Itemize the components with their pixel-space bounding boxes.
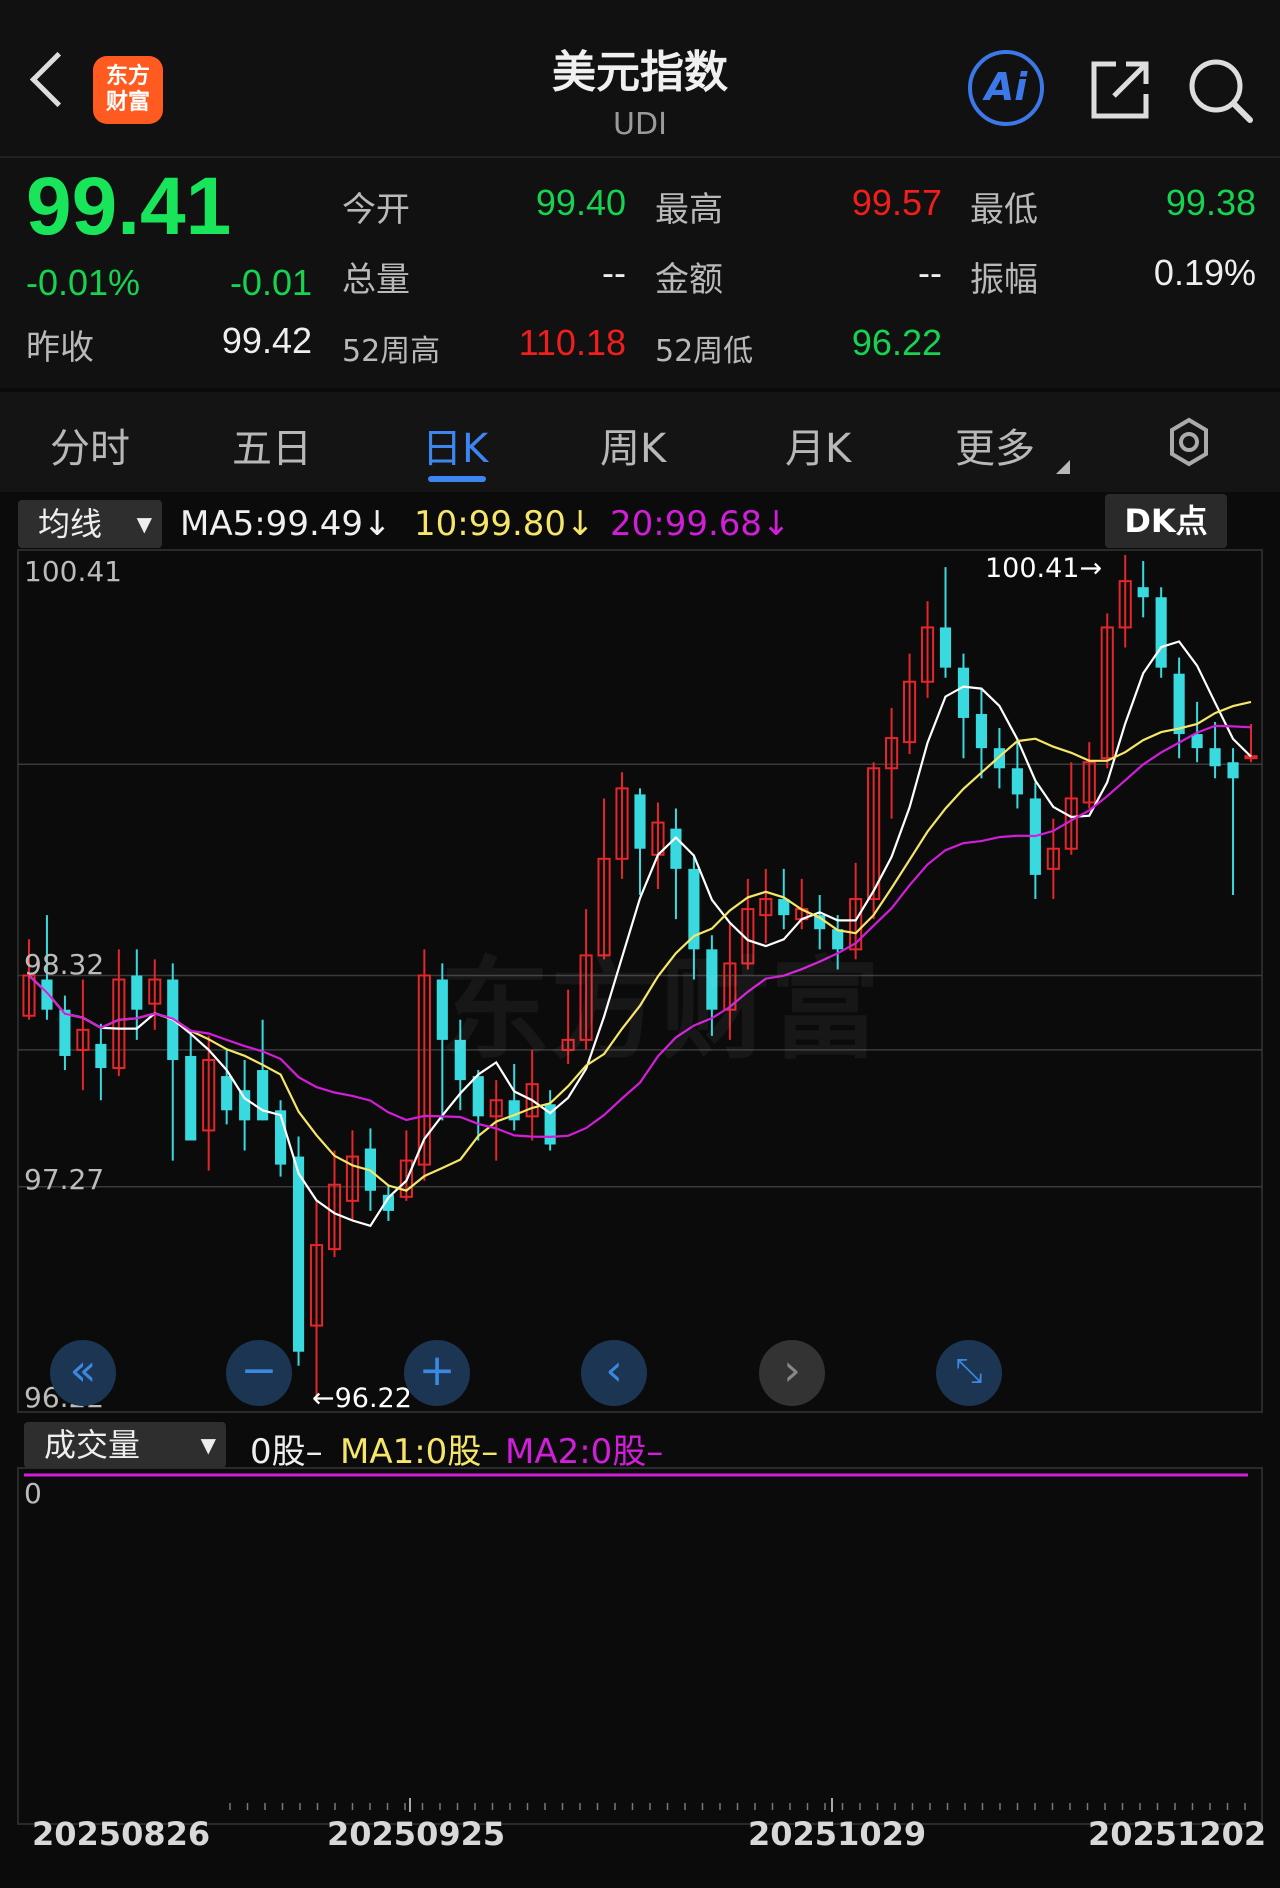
- candle-down: [41, 979, 53, 1010]
- high-value: 99.57: [851, 182, 942, 223]
- expand-icon[interactable]: ⤡: [936, 1340, 1002, 1406]
- open-label: 今开: [342, 190, 410, 230]
- candle-down: [1191, 734, 1203, 749]
- volume-dropdown-caret-icon: ▼: [200, 1433, 216, 1457]
- date-label-4: 20251202: [1088, 1815, 1267, 1853]
- tab-weekly-k[interactable]: 周K: [600, 416, 666, 474]
- logo-text-2: 财富: [105, 90, 150, 115]
- volume-y-label: 0: [24, 1477, 42, 1510]
- low-label: 最低: [970, 190, 1038, 230]
- min-price-marker: ←96.22: [312, 1383, 412, 1414]
- ma20-legend: 20:99.68↓: [610, 504, 791, 544]
- volume-value: --: [602, 252, 626, 293]
- candle-down: [1227, 762, 1239, 779]
- candle-down: [975, 713, 988, 749]
- high52-label: 52周高: [342, 334, 441, 369]
- candle-down: [957, 667, 970, 718]
- tab-more[interactable]: 更多: [955, 416, 1035, 474]
- share-icon[interactable]: [1088, 58, 1152, 122]
- change-value: -0.01: [229, 262, 312, 303]
- candle-down: [670, 828, 682, 869]
- double-left-icon[interactable]: «: [50, 1340, 116, 1406]
- candle-down: [634, 794, 646, 849]
- low52-label: 52周低: [655, 334, 754, 369]
- tab-five-day[interactable]: 五日: [232, 416, 312, 474]
- last-price: 99.41: [26, 161, 232, 252]
- y-label-max: 100.41: [24, 555, 122, 588]
- amount-label: 金额: [655, 260, 723, 300]
- page-subtitle: UDI: [613, 107, 667, 142]
- ma10-legend: 10:99.80↓: [414, 504, 595, 544]
- candle-down: [778, 899, 790, 916]
- candle-down: [993, 748, 1005, 769]
- candle-down: [131, 975, 143, 1010]
- prev-close-label: 昨收: [26, 328, 94, 368]
- watermark: 东方财富: [440, 946, 880, 1074]
- volume-dropdown-label: 成交量: [44, 1426, 141, 1464]
- candle-down: [185, 1055, 197, 1141]
- volume-indicator-dropdown[interactable]: 成交量 ▼: [24, 1422, 226, 1468]
- tab-intraday[interactable]: 分时: [50, 416, 130, 474]
- date-label-3: 20251029: [748, 1815, 927, 1853]
- active-tab-indicator: [428, 476, 486, 482]
- prev-close-value: 99.42: [221, 320, 312, 361]
- volume-ma2-legend: MA2:0股–: [505, 1432, 664, 1472]
- kline-chart[interactable]: [0, 548, 1280, 1888]
- ma5-legend: MA5:99.49↓: [180, 504, 392, 544]
- volume-frame: [17, 1467, 1263, 1825]
- tab-daily-k[interactable]: 日K: [422, 416, 488, 474]
- app-logo: 东方 财富: [93, 56, 163, 124]
- ai-button[interactable]: Ai: [968, 50, 1044, 126]
- candle-down: [1137, 587, 1149, 598]
- amplitude-value: 0.19%: [1153, 252, 1256, 293]
- prev-icon[interactable]: ‹: [581, 1340, 647, 1406]
- volume-value-legend: 0股–: [250, 1432, 323, 1472]
- candle-down: [1155, 597, 1167, 668]
- zoom-out-icon[interactable]: −: [226, 1340, 292, 1406]
- amount-value: --: [918, 252, 942, 293]
- candle-down: [239, 1090, 251, 1121]
- search-icon[interactable]: [1186, 56, 1256, 126]
- candle-down: [472, 1076, 484, 1117]
- zoom-in-icon[interactable]: +: [404, 1340, 470, 1406]
- amplitude-label: 振幅: [970, 260, 1038, 300]
- candle-down: [292, 1156, 305, 1352]
- candle-down: [257, 1070, 269, 1121]
- candle-down: [939, 627, 952, 668]
- indicator-dropdown[interactable]: 均线 ▼: [18, 500, 162, 548]
- candle-down: [221, 1076, 233, 1111]
- volume-ma1-legend: MA1:0股–: [340, 1432, 499, 1472]
- y-label-3: 97.27: [24, 1163, 105, 1196]
- candle-down: [95, 1043, 107, 1069]
- volume-label: 总量: [342, 260, 410, 300]
- logo-text-1: 东方: [105, 64, 150, 89]
- next-icon[interactable]: ›: [759, 1340, 825, 1406]
- high-label: 最高: [655, 190, 723, 230]
- indicator-dropdown-label: 均线: [38, 505, 103, 543]
- settings-icon[interactable]: [1164, 417, 1214, 467]
- dropdown-caret-icon: ▼: [136, 512, 152, 536]
- candle-down: [1209, 748, 1221, 767]
- change-percent: -0.01%: [26, 262, 141, 303]
- date-label-1: 20250826: [32, 1815, 211, 1853]
- y-label-2: 98.32: [24, 948, 105, 981]
- candle-down: [59, 1009, 71, 1056]
- dk-points-button[interactable]: DK点: [1105, 494, 1227, 548]
- low52-value: 96.22: [851, 322, 942, 363]
- tab-monthly-k[interactable]: 月K: [785, 416, 851, 474]
- page-title: 美元指数: [552, 47, 728, 98]
- candle-down: [1173, 673, 1185, 735]
- more-caret-icon: [1056, 460, 1070, 474]
- candle-down: [1011, 768, 1023, 795]
- max-price-marker: 100.41→: [985, 553, 1103, 584]
- open-value: 99.40: [535, 182, 626, 223]
- low-value: 99.38: [1165, 182, 1256, 223]
- date-label-2: 20250925: [327, 1815, 506, 1853]
- high52-value: 110.18: [518, 322, 626, 363]
